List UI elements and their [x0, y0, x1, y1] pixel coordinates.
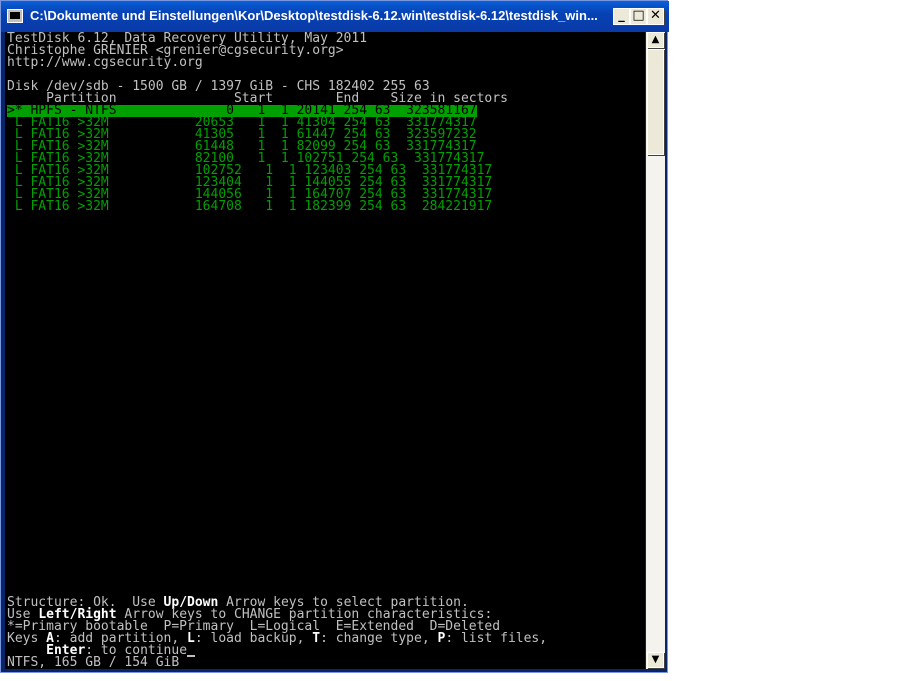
close-button[interactable]: ✕: [647, 8, 664, 25]
console-app-icon[interactable]: [7, 9, 23, 23]
scroll-up-arrow-icon[interactable]: ▲: [647, 32, 664, 48]
window-title: C:\Dokumente und Einstellungen\Kor\Deskt…: [30, 8, 598, 23]
title-bar[interactable]: C:\Dokumente und Einstellungen\Kor\Deskt…: [1, 1, 669, 32]
minimize-button[interactable]: _: [613, 8, 630, 25]
footer-text: : change type,: [320, 631, 438, 646]
console-window: C:\Dokumente und Einstellungen\Kor\Deskt…: [0, 0, 669, 673]
text-cursor: [187, 655, 196, 657]
footer-text: : list files,: [445, 631, 548, 646]
key-l: L: [187, 631, 195, 646]
key-t: T: [312, 631, 321, 646]
terminal-area[interactable]: TestDisk 6.12, Data Recovery Utility, Ma…: [5, 32, 645, 669]
selected-partition-size: NTFS, 165 GB / 154 GiB: [7, 655, 180, 669]
header-line-url: http://www.cgsecurity.org: [7, 55, 203, 70]
maximize-button[interactable]: □: [630, 8, 647, 25]
scroll-thumb[interactable]: [647, 49, 664, 155]
scroll-down-arrow-icon[interactable]: ▼: [647, 652, 664, 668]
vertical-scrollbar[interactable]: ▲ ▼: [646, 32, 665, 669]
partition-row[interactable]: L FAT16 >32M 164708 1 1 182399 254 63 28…: [7, 200, 492, 213]
footer-text: : load backup,: [194, 631, 313, 646]
